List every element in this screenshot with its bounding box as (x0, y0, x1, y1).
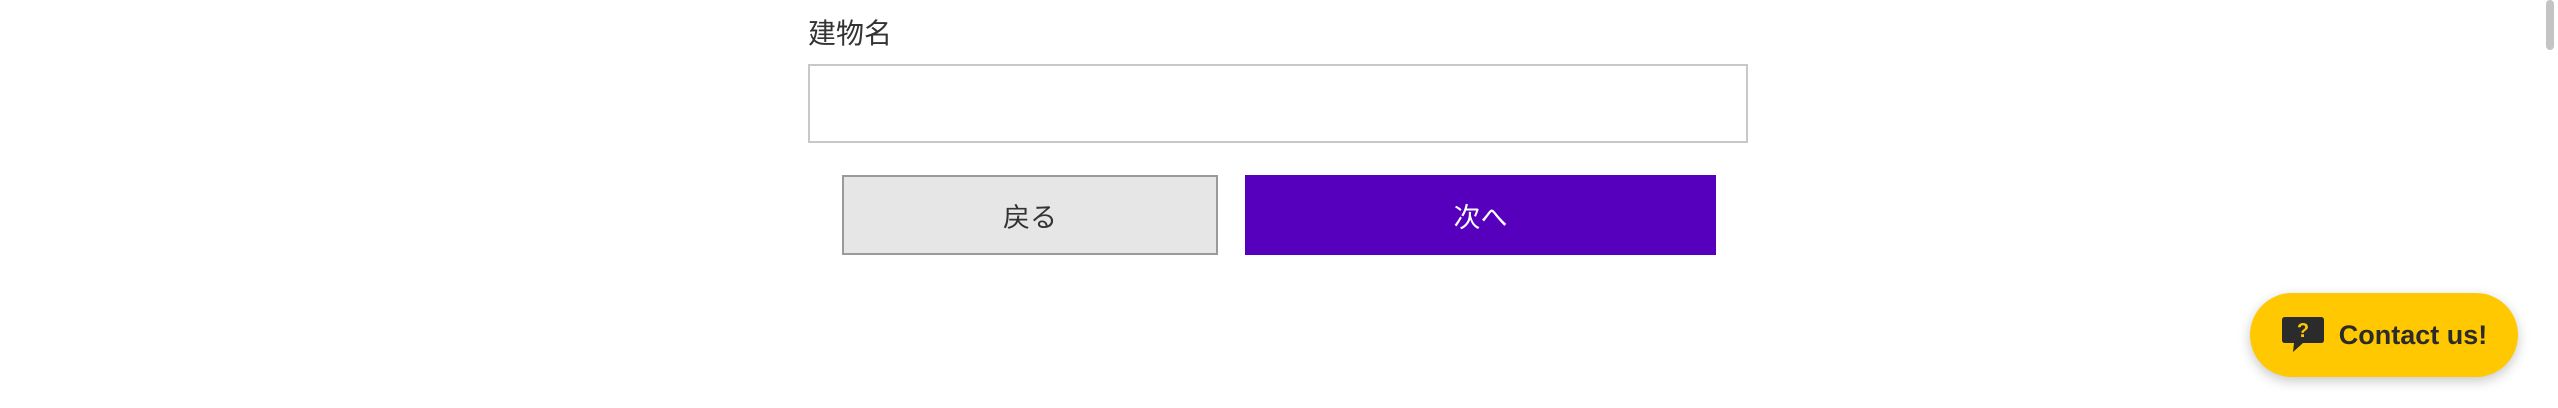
contact-us-button[interactable]: ? Contact us! (2250, 293, 2518, 377)
building-name-input[interactable] (808, 64, 1748, 143)
building-name-label: 建物名 (808, 17, 893, 50)
page-scrollbar[interactable] (2540, 0, 2558, 408)
svg-text:?: ? (2297, 320, 2309, 342)
next-button[interactable]: 次へ (1245, 175, 1716, 255)
question-chat-bubble-icon: ? (2281, 317, 2324, 352)
scrollbar-thumb[interactable] (2546, 0, 2554, 50)
building-name-field-group: 建物名 (808, 14, 1748, 143)
back-button[interactable]: 戻る (842, 175, 1218, 255)
contact-us-label: Contact us! (2338, 319, 2488, 350)
form-navigation: 戻る 次へ (842, 175, 1716, 255)
